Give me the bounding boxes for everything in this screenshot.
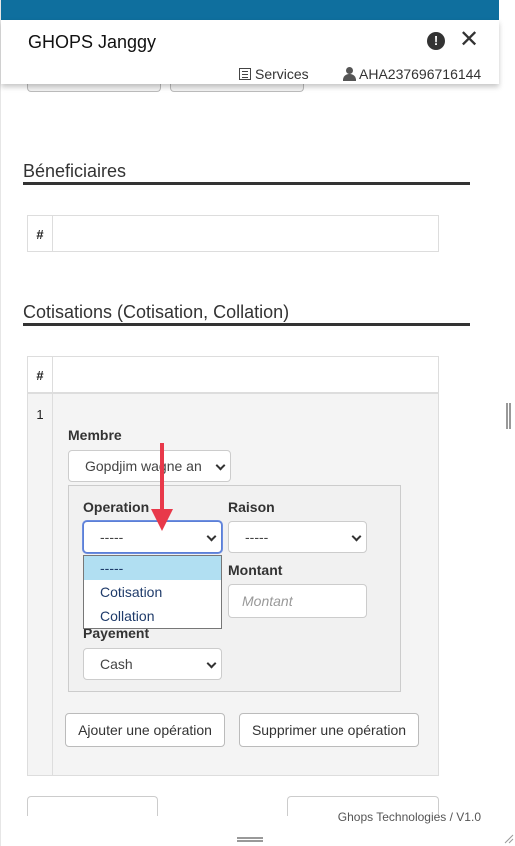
membre-value: Gopdjim wagne an: [85, 458, 202, 474]
user-account-link[interactable]: AHA237696716144: [343, 66, 481, 82]
services-link[interactable]: Services: [239, 66, 309, 82]
cotisations-title: Cotisations (Cotisation, Collation): [23, 302, 290, 322]
operation-value: -----: [100, 529, 124, 545]
partial-footer-button-left[interactable]: [27, 796, 158, 816]
chevron-down-icon: [206, 531, 217, 542]
services-label: Services: [255, 66, 309, 82]
membre-select[interactable]: Gopdjim wagne an: [68, 450, 231, 482]
montant-label: Montant: [228, 562, 283, 578]
top-bar: [1, 0, 499, 20]
close-icon[interactable]: ✕: [459, 28, 479, 52]
membre-label: Membre: [68, 427, 122, 443]
column-header-index: #: [28, 357, 53, 392]
cotisations-table-header: #: [27, 356, 439, 393]
add-operation-button[interactable]: Ajouter une opération: [65, 713, 225, 747]
beneficiaires-title: Béneficiaires: [23, 161, 127, 181]
chevron-down-icon: [215, 460, 226, 471]
app-title: GHOPS Janggy: [28, 32, 157, 52]
user-icon: [343, 67, 356, 81]
footer-text: Ghops Technologies / V1.0: [337, 810, 481, 824]
header: GHOPS Janggy ! ✕ Services AHA23769671614…: [1, 20, 499, 84]
beneficiaires-table-header: #: [27, 215, 439, 252]
raison-select[interactable]: -----: [228, 521, 367, 553]
annotation-arrow-icon: [151, 443, 173, 531]
dropdown-option-empty[interactable]: -----: [84, 556, 221, 580]
montant-input[interactable]: Montant: [228, 584, 367, 618]
list-icon: [239, 68, 251, 80]
app-window: GHOPS Janggy ! ✕ Services AHA23769671614…: [0, 0, 499, 846]
operation-dropdown-list: ----- Cotisation Collation: [83, 555, 222, 629]
montant-placeholder: Montant: [242, 593, 293, 609]
dropdown-option-collation[interactable]: Collation: [84, 604, 221, 628]
section-divider: [23, 182, 470, 185]
operation-label: Operation: [83, 499, 150, 515]
corner-resize-grip-icon[interactable]: [502, 832, 514, 844]
dropdown-option-cotisation[interactable]: Cotisation: [84, 580, 221, 604]
section-divider: [23, 323, 470, 326]
payement-select[interactable]: Cash: [83, 648, 222, 680]
chevron-down-icon: [351, 531, 362, 542]
user-id-label: AHA237696716144: [359, 66, 482, 82]
side-resize-handle[interactable]: [506, 403, 511, 429]
bottom-resize-handle[interactable]: [237, 837, 263, 842]
chevron-down-icon: [206, 658, 217, 669]
alert-circle-icon[interactable]: !: [427, 32, 445, 50]
column-header-index: #: [28, 216, 53, 251]
remove-operation-button[interactable]: Supprimer une opération: [239, 713, 419, 747]
raison-value: -----: [245, 529, 269, 545]
payement-value: Cash: [100, 656, 133, 672]
row-index: 1: [28, 394, 53, 775]
raison-label: Raison: [228, 499, 275, 515]
